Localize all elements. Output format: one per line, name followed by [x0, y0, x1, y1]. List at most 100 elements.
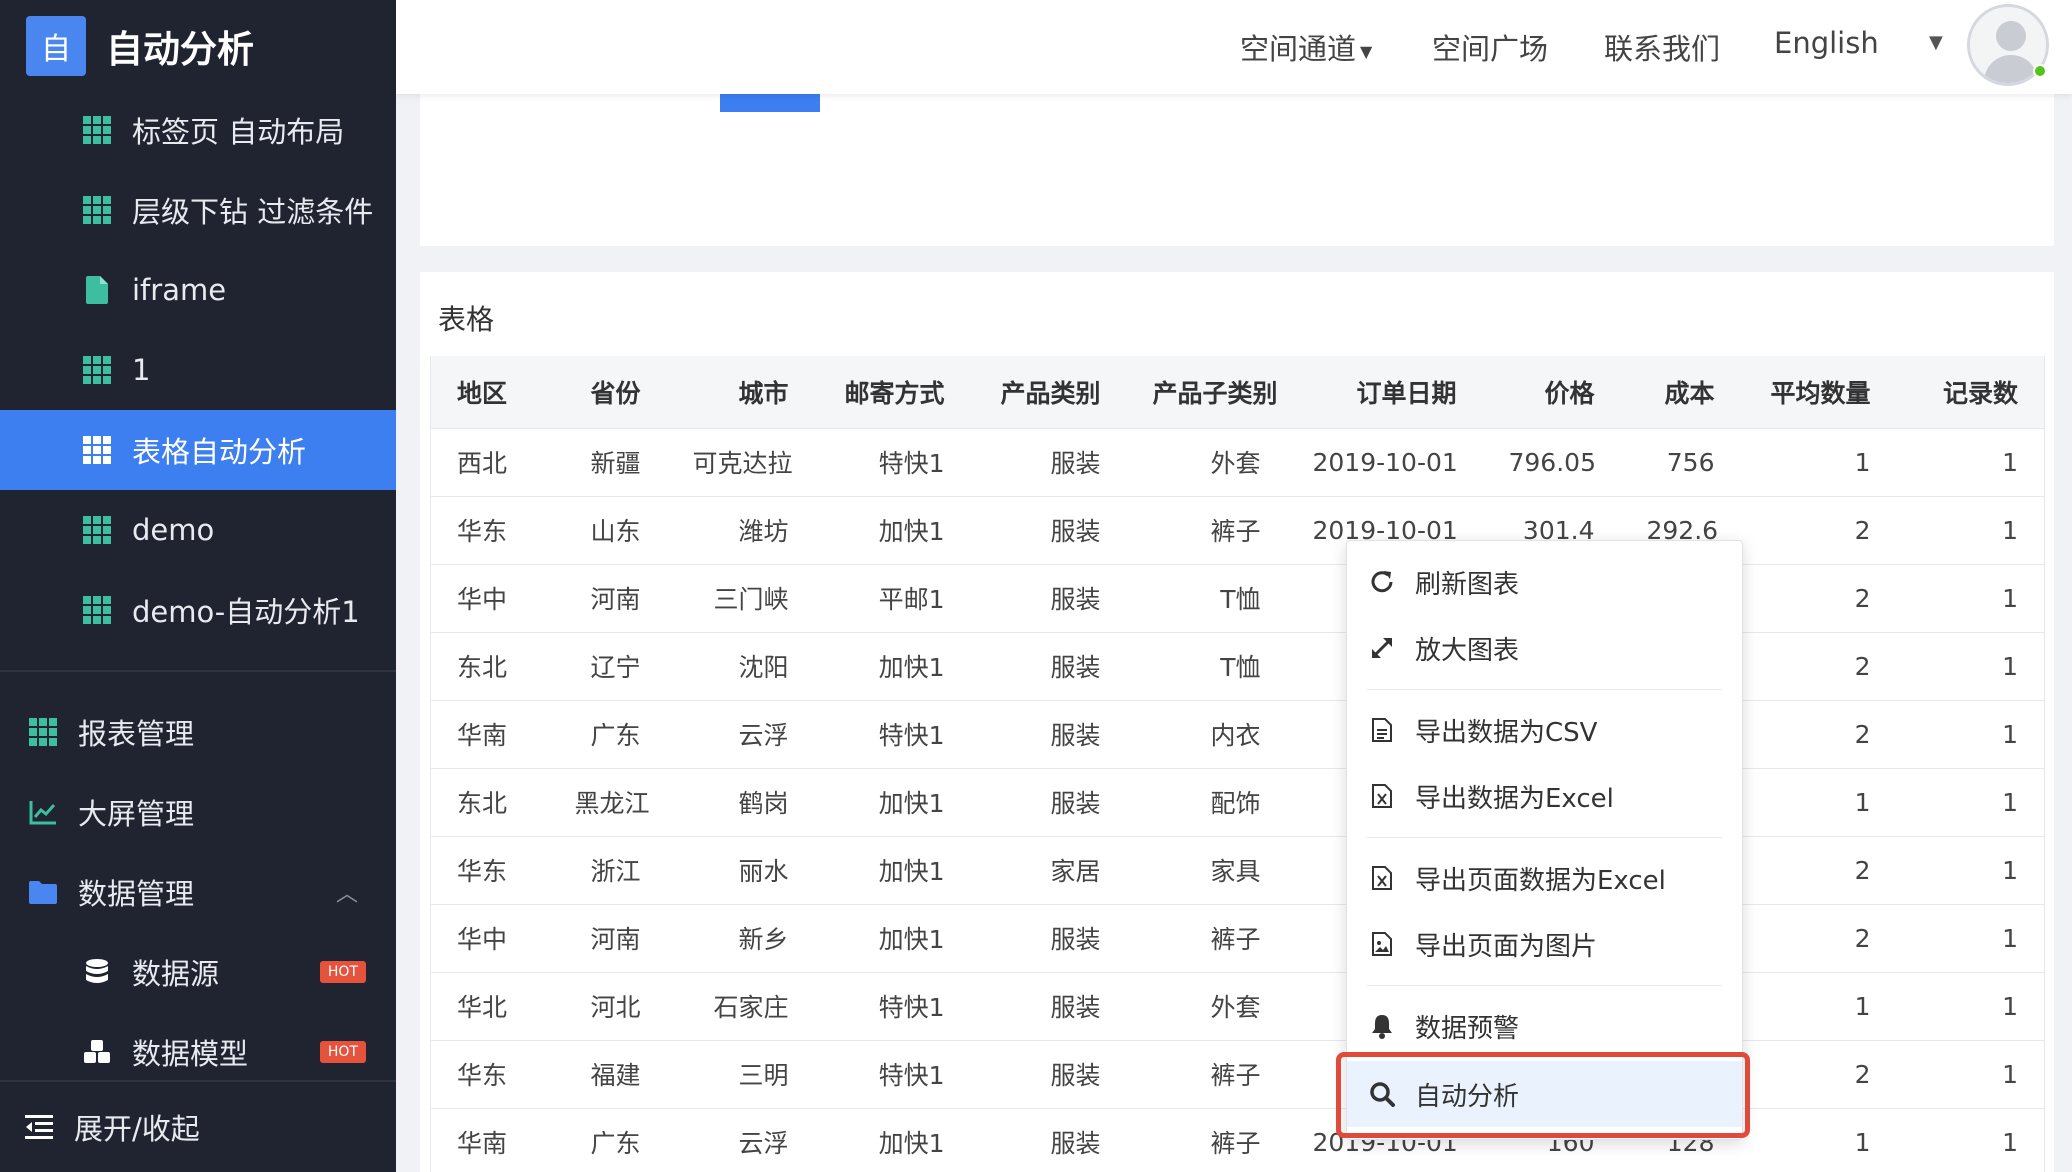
- nav-space-plaza[interactable]: 空间广场: [1432, 26, 1548, 68]
- table-cell: 1: [1896, 904, 2045, 973]
- sidebar-item-data-source[interactable]: 数据源 HOT: [0, 932, 396, 1012]
- sidebar-item-iframe[interactable]: iframe: [0, 250, 396, 330]
- column-header[interactable]: 成本: [1620, 356, 1741, 429]
- column-header[interactable]: 地区: [430, 356, 549, 429]
- sidebar-item-label: 大屏管理: [78, 797, 195, 831]
- table-cell: T恤: [1126, 564, 1287, 633]
- table-panel: 表格 地区 省份 城市 邮寄方式 产品类别 产品子类别 订单日期 价格 成本 平均数量 记录数 西北…: [420, 272, 2054, 1172]
- table-cell: 加快1: [814, 496, 971, 565]
- sidebar-item-1[interactable]: 1: [0, 330, 396, 410]
- table-cell: 华东: [430, 1040, 549, 1109]
- table-cell: 服装: [970, 1040, 1127, 1109]
- menu-item-export-page-excel[interactable]: 导出页面数据为Excel: [1347, 845, 1742, 911]
- table-cell: 华东: [430, 496, 549, 565]
- nav-space-channel[interactable]: 空间通道 ▼: [1240, 26, 1372, 68]
- column-header[interactable]: 城市: [666, 356, 815, 429]
- sidebar-item-bigscreen-management[interactable]: 大屏管理: [0, 772, 396, 852]
- table-row[interactable]: 西北 新疆 可克达拉 特快1 服装 外套 2019-10-01 796.05 756 1 1: [430, 428, 2045, 497]
- file-csv-icon: [1367, 715, 1397, 745]
- menu-separator: [1367, 985, 1722, 986]
- sidebar-item-tab-auto-layout[interactable]: 标签页 自动布局: [0, 90, 396, 170]
- sidebar-item-report-management[interactable]: 报表管理: [0, 692, 396, 772]
- table-row[interactable]: 华南广东云浮特快1服装内衣221: [430, 700, 2045, 769]
- table-cell: 796.05: [1482, 428, 1621, 497]
- table-row[interactable]: 华北河北石家庄特快1服装外套211: [430, 972, 2045, 1041]
- sidebar-footer-label: 展开/收起: [74, 1112, 200, 1146]
- sidebar-item-label: 数据源: [132, 957, 220, 991]
- sidebar-item-data-management[interactable]: 数据管理 ︿: [0, 852, 396, 932]
- table-cell: 华东: [430, 836, 549, 905]
- sidebar-item-label: 表格自动分析: [132, 435, 307, 469]
- table-cell: 沈阳: [666, 632, 815, 701]
- menu-separator: [1367, 837, 1722, 838]
- sidebar-item-table-auto-analysis[interactable]: 表格自动分析: [0, 410, 396, 490]
- sidebar-item-drilldown-filter[interactable]: 层级下钻 过滤条件: [0, 170, 396, 250]
- table-cell: 2: [1740, 496, 1897, 565]
- menu-item-label: 导出页面为图片: [1415, 931, 1598, 962]
- table-row[interactable]: 华东福建三明特快1服装裤子221: [430, 1040, 2045, 1109]
- menu-item-refresh-chart[interactable]: 刷新图表: [1347, 549, 1742, 615]
- table-cell: 广东: [548, 1108, 667, 1172]
- table-cell: 山东: [548, 496, 667, 565]
- table-row[interactable]: 东北辽宁沈阳加快1服装T恤221: [430, 632, 2045, 701]
- table-row[interactable]: 华东 山东 潍坊 加快1 服装 裤子 2019-10-01 301.4 292.6 2 1: [430, 496, 2045, 565]
- menu-item-auto-analysis[interactable]: 自动分析: [1347, 1061, 1742, 1127]
- table-row[interactable]: 华中河南三门峡平邮1服装T恤221: [430, 564, 2045, 633]
- column-header[interactable]: 订单日期: [1286, 356, 1483, 429]
- table-cell: 1: [1896, 632, 2045, 701]
- sidebar-divider: [0, 670, 396, 672]
- table-cell: 1: [1896, 700, 2045, 769]
- menu-item-label: 刷新图表: [1415, 569, 1520, 600]
- nav-language-english[interactable]: English: [1774, 26, 1879, 60]
- table-cell: 新乡: [666, 904, 815, 973]
- table-cell: 1: [1896, 428, 2045, 497]
- table-cell: 1: [1740, 428, 1897, 497]
- table-cell: 特快1: [814, 1040, 971, 1109]
- sidebar-item-demo[interactable]: demo: [0, 490, 396, 570]
- table-cell: 1: [1896, 768, 2045, 837]
- collapse-menu-icon: [24, 1112, 54, 1142]
- table-cell: 华南: [430, 1108, 549, 1172]
- button-fragment[interactable]: [720, 94, 820, 112]
- panel-title: 表格: [438, 303, 495, 336]
- column-header[interactable]: 平均数量: [1740, 356, 1897, 429]
- table-cell: 丽水: [666, 836, 815, 905]
- menu-item-export-csv[interactable]: 导出数据为CSV: [1347, 697, 1742, 763]
- column-header[interactable]: 产品子类别: [1126, 356, 1287, 429]
- logo-icon: 自: [26, 16, 86, 76]
- context-menu: 刷新图表 放大图表 导出数据为CSV 导出数据为Excel 导出页面数据为Exc…: [1346, 540, 1743, 1140]
- nav-contact-us[interactable]: 联系我们: [1604, 26, 1720, 68]
- table-cell: 裤子: [1126, 1040, 1287, 1109]
- table-row[interactable]: 华东浙江丽水加快1家居家具221: [430, 836, 2045, 905]
- menu-item-data-alert[interactable]: 数据预警: [1347, 993, 1742, 1059]
- table-row[interactable]: 东北黑龙江鹤岗加快1服装配饰211: [430, 768, 2045, 837]
- user-dropdown-caret-icon[interactable]: ▼: [1929, 32, 1943, 53]
- table-cell: 鹤岗: [666, 768, 815, 837]
- sidebar-collapse-toggle[interactable]: 展开/收起: [0, 1080, 396, 1172]
- column-header[interactable]: 记录数: [1896, 356, 2045, 429]
- column-header[interactable]: 价格: [1482, 356, 1621, 429]
- column-header[interactable]: 邮寄方式: [814, 356, 971, 429]
- menu-item-zoom-chart[interactable]: 放大图表: [1347, 615, 1742, 681]
- sidebar-item-demo-auto-analysis[interactable]: demo-自动分析1: [0, 570, 396, 650]
- app-title: 自动分析: [106, 28, 254, 71]
- menu-separator: [1367, 689, 1722, 690]
- table-cell: 2019-10-01: [1286, 428, 1483, 497]
- menu-item-export-page-image[interactable]: 导出页面为图片: [1347, 911, 1742, 977]
- column-header[interactable]: 省份: [548, 356, 667, 429]
- menu-item-export-excel[interactable]: 导出数据为Excel: [1347, 763, 1742, 829]
- table-cell: 家居: [970, 836, 1127, 905]
- sidebar-item-label: iframe: [132, 273, 227, 307]
- column-header[interactable]: 产品类别: [970, 356, 1127, 429]
- table-cell: 特快1: [814, 700, 971, 769]
- table-row[interactable]: 华中河南新乡加快1服装裤子221: [430, 904, 2045, 973]
- table-row[interactable]: 华南 广东 云浮 加快1 服装 裤子 2019-10-01 160 128 1 1: [430, 1108, 2045, 1172]
- menu-item-label: 放大图表: [1415, 635, 1520, 666]
- sidebar-item-label: 报表管理: [78, 717, 195, 751]
- table-cell: 1: [1740, 768, 1897, 837]
- chart-panel-top: [420, 94, 2054, 246]
- table-cell: 1: [1896, 496, 2045, 565]
- table-cell: 服装: [970, 428, 1127, 497]
- expand-icon: [1367, 633, 1397, 663]
- table-cell: 服装: [970, 1108, 1127, 1172]
